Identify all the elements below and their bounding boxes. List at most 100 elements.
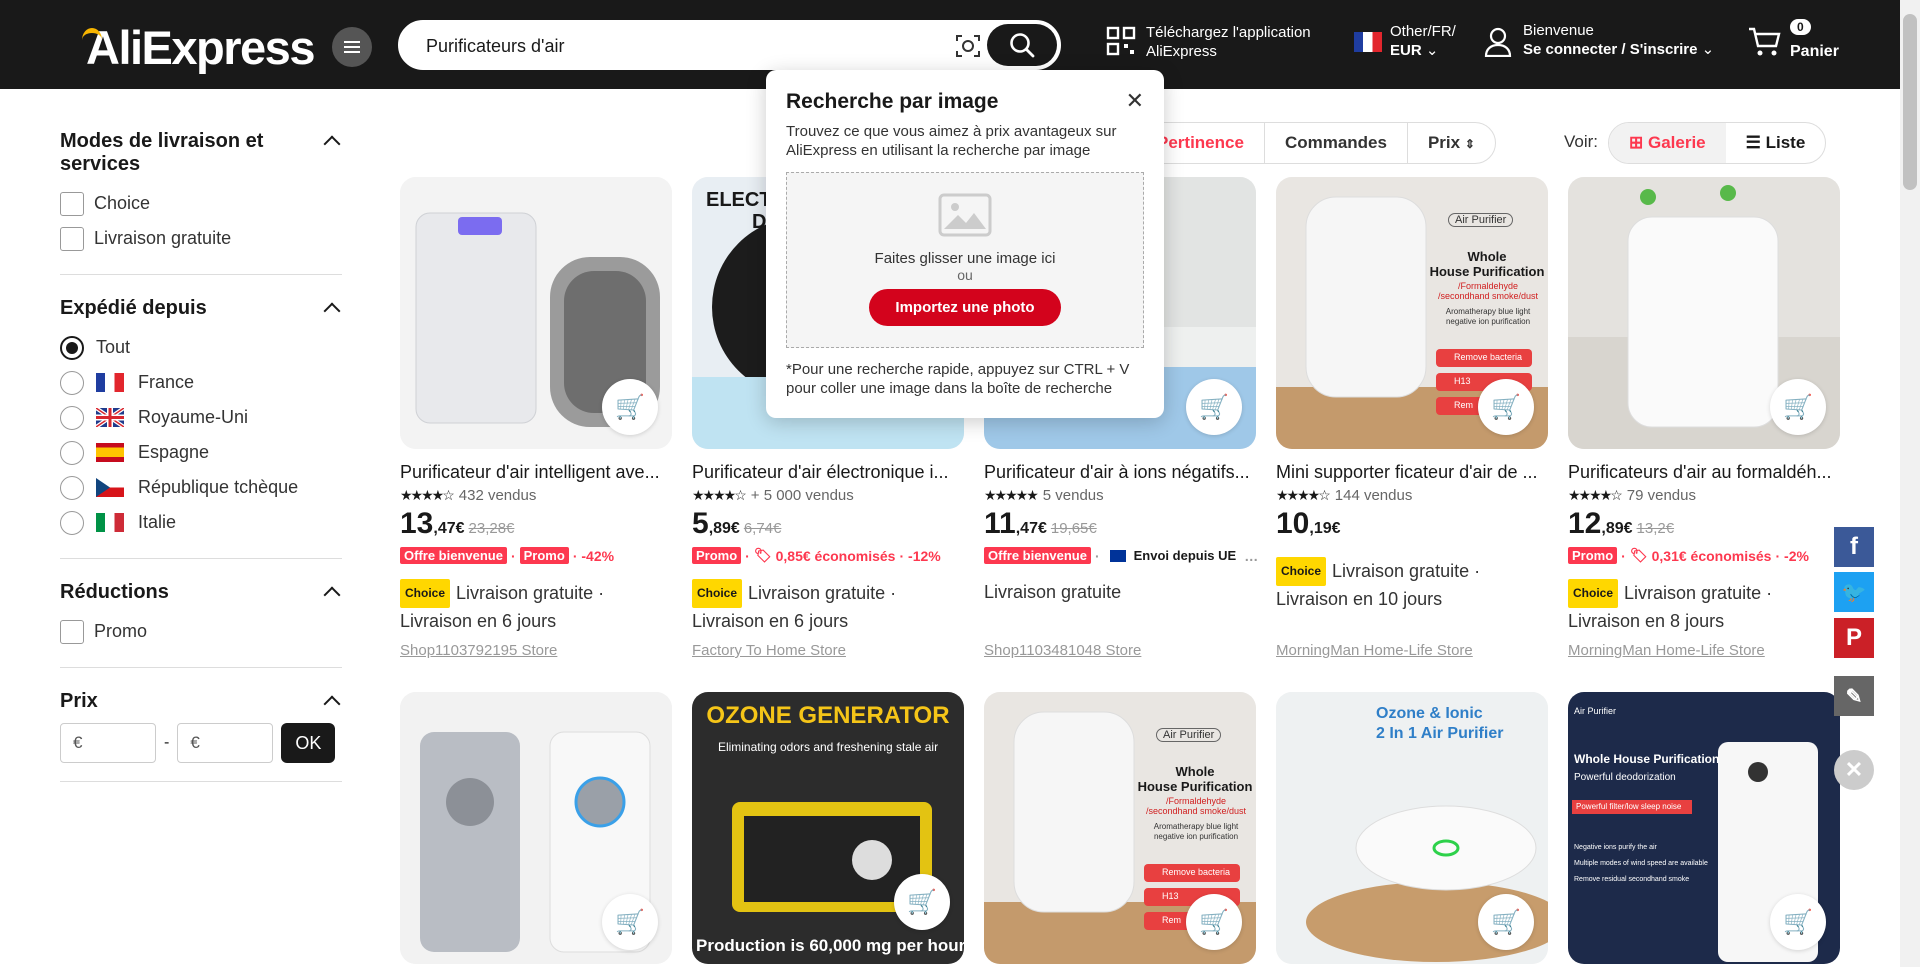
image-search-icon[interactable] bbox=[955, 33, 981, 59]
scrollbar-thumb[interactable] bbox=[1903, 14, 1917, 190]
filter-promo[interactable]: Promo bbox=[60, 614, 342, 649]
ship-from-france[interactable]: France bbox=[60, 365, 342, 400]
sort-commandes[interactable]: Commandes bbox=[1265, 123, 1408, 163]
image-search-popup: ✕ Recherche par image Trouvez ce que vou… bbox=[766, 70, 1164, 418]
store-link[interactable]: Shop1103481048 Store bbox=[984, 642, 1141, 659]
qr-code-icon[interactable] bbox=[1106, 26, 1136, 56]
shipped-from-header[interactable]: Expédié depuis bbox=[60, 297, 342, 320]
add-to-cart-button[interactable]: 🛒 bbox=[1770, 379, 1826, 435]
product-title[interactable]: Purificateurs d'air au formaldéh... bbox=[1568, 462, 1840, 483]
radio[interactable] bbox=[60, 370, 84, 395]
sort-prix[interactable]: Prix ⇕ bbox=[1408, 123, 1495, 163]
add-to-cart-button[interactable]: 🛒 bbox=[602, 894, 658, 950]
product-price: 5,89€ 6,74€ bbox=[692, 507, 782, 540]
add-to-cart-button[interactable]: 🛒 bbox=[1186, 379, 1242, 435]
product-image[interactable]: 🛒 bbox=[400, 692, 672, 964]
search-button[interactable] bbox=[987, 24, 1057, 66]
menu-button[interactable] bbox=[332, 27, 372, 67]
stars-icon: ★★★★☆ bbox=[1276, 487, 1331, 503]
product-image[interactable]: 🛒 bbox=[1568, 177, 1840, 449]
close-share-button[interactable]: ✕ bbox=[1834, 750, 1874, 790]
add-cart-icon: 🛒 bbox=[1783, 393, 1813, 421]
region-selector[interactable]: Other/FR/ EUR ⌄ bbox=[1354, 22, 1456, 60]
cart-button[interactable]: Panier bbox=[1748, 26, 1839, 63]
cart-count-badge: 0 bbox=[1790, 19, 1811, 35]
upload-photo-button[interactable]: Importez une photo bbox=[869, 289, 1061, 326]
product-title[interactable]: Mini supporter ficateur d'air de ... bbox=[1276, 462, 1548, 483]
checkbox[interactable] bbox=[60, 619, 84, 644]
checkbox[interactable] bbox=[60, 226, 84, 251]
add-to-cart-button[interactable]: 🛒 bbox=[1478, 379, 1534, 435]
product-image[interactable]: Air Purifier Whole House Purification /Fo… bbox=[984, 692, 1256, 964]
price-header[interactable]: Prix bbox=[60, 690, 342, 713]
image-text: Aromatherapy blue light negative ion pur… bbox=[1153, 822, 1239, 841]
image-text: Production is 60,000 mg per hour bbox=[696, 936, 964, 955]
aliexpress-logo[interactable]: AliExpress bbox=[82, 20, 315, 75]
image-text: Air Purifier bbox=[1448, 213, 1514, 227]
edit-button[interactable]: ✎ bbox=[1834, 676, 1874, 716]
add-to-cart-button[interactable]: 🛒 bbox=[894, 874, 950, 930]
add-to-cart-button[interactable]: 🛒 bbox=[602, 379, 658, 435]
reductions-header[interactable]: Réductions bbox=[60, 581, 342, 604]
delivery-filter-header[interactable]: Modes de livraison et services bbox=[60, 130, 342, 176]
or-text: ou bbox=[957, 267, 973, 283]
price-ok-button[interactable]: OK bbox=[281, 723, 336, 763]
view-list[interactable]: ☰ Liste bbox=[1726, 123, 1826, 163]
facebook-share-button[interactable]: f bbox=[1834, 527, 1874, 567]
search-input[interactable] bbox=[426, 32, 926, 60]
ship-from-italy[interactable]: Italie bbox=[60, 505, 342, 540]
shipping-info: Choice Livraison gratuite · Livraison en 6… bbox=[400, 579, 672, 635]
image-text: ELECT bbox=[706, 189, 772, 211]
add-to-cart-button[interactable]: 🛒 bbox=[1770, 894, 1826, 950]
image-text: Whole House Purification bbox=[1574, 752, 1720, 766]
radio[interactable] bbox=[60, 475, 84, 500]
store-link[interactable]: Shop1103792195 Store bbox=[400, 642, 557, 659]
delivery-filter: Modes de livraison et services Choice Li… bbox=[60, 130, 342, 275]
price-min-input[interactable]: € bbox=[60, 723, 156, 763]
search-icon bbox=[1010, 33, 1035, 58]
shipping-info: Choice Livraison gratuite · Livraison en 1… bbox=[1276, 557, 1548, 613]
pinterest-share-button[interactable]: P bbox=[1834, 618, 1874, 658]
product-rating: ★★★★☆ + 5 000 vendus bbox=[692, 487, 854, 504]
checkbox[interactable] bbox=[60, 191, 84, 216]
shipping-info: Choice Livraison gratuite · Livraison en 8… bbox=[1568, 579, 1840, 635]
popup-title: Recherche par image bbox=[786, 90, 999, 113]
radio-selected[interactable] bbox=[60, 335, 84, 360]
product-image[interactable]: OZONE GENERATOR Eliminating odors and fr… bbox=[692, 692, 964, 964]
radio[interactable] bbox=[60, 405, 84, 430]
image-text: Eliminating odors and freshening stale a… bbox=[717, 740, 939, 754]
ship-from-spain[interactable]: Espagne bbox=[60, 435, 342, 470]
ship-from-czech[interactable]: République tchèque bbox=[60, 470, 342, 505]
ship-from-uk[interactable]: Royaume-Uni bbox=[60, 400, 342, 435]
download-app-link[interactable]: Téléchargez l'application AliExpress bbox=[1146, 23, 1311, 61]
product-title[interactable]: Purificateur d'air électronique i... bbox=[692, 462, 964, 483]
product-title[interactable]: Purificateur d'air à ions négatifs... bbox=[984, 462, 1256, 483]
price-max-input[interactable]: € bbox=[177, 723, 274, 763]
radio[interactable] bbox=[60, 440, 84, 465]
italy-flag-icon bbox=[96, 513, 124, 532]
close-icon: ✕ bbox=[1844, 757, 1864, 782]
product-image[interactable]: Air Purifier Whole House Purification Po… bbox=[1568, 692, 1840, 964]
image-drop-zone[interactable]: Faites glisser une image ici ou Importez… bbox=[786, 172, 1144, 348]
shipping-info: Livraison gratuite bbox=[984, 582, 1122, 602]
twitter-share-button[interactable]: 🐦 bbox=[1834, 572, 1874, 612]
store-link[interactable]: MorningMan Home-Life Store bbox=[1568, 642, 1765, 659]
store-link[interactable]: Factory To Home Store bbox=[692, 642, 846, 659]
view-gallery[interactable]: ⊞ Galerie bbox=[1609, 123, 1726, 163]
product-image[interactable]: Air Purifier Whole House Purification /Fo… bbox=[1276, 177, 1548, 449]
add-to-cart-button[interactable]: 🛒 bbox=[1186, 894, 1242, 950]
product-image[interactable]: 🛒 bbox=[400, 177, 672, 449]
product-title[interactable]: Purificateur d'air intelligent ave... bbox=[400, 462, 672, 483]
account-menu[interactable]: Bienvenue Se connecter / S'inscrire ⌄ bbox=[1484, 21, 1714, 59]
store-link[interactable]: MorningMan Home-Life Store bbox=[1276, 642, 1473, 659]
cart-label: Panier bbox=[1790, 43, 1839, 60]
chevron-up-icon bbox=[323, 586, 341, 604]
ship-from-all[interactable]: Tout bbox=[60, 330, 342, 365]
product-image[interactable]: Ozone & Ionic 2 In 1 Air Purifier 🛒 bbox=[1276, 692, 1548, 964]
add-to-cart-button[interactable]: 🛒 bbox=[1478, 894, 1534, 950]
add-cart-icon: 🛒 bbox=[1199, 908, 1229, 936]
radio[interactable] bbox=[60, 510, 84, 535]
filter-choice[interactable]: Choice bbox=[60, 186, 342, 221]
close-icon[interactable]: ✕ bbox=[1126, 88, 1144, 114]
filter-free-shipping[interactable]: Livraison gratuite bbox=[60, 221, 342, 256]
